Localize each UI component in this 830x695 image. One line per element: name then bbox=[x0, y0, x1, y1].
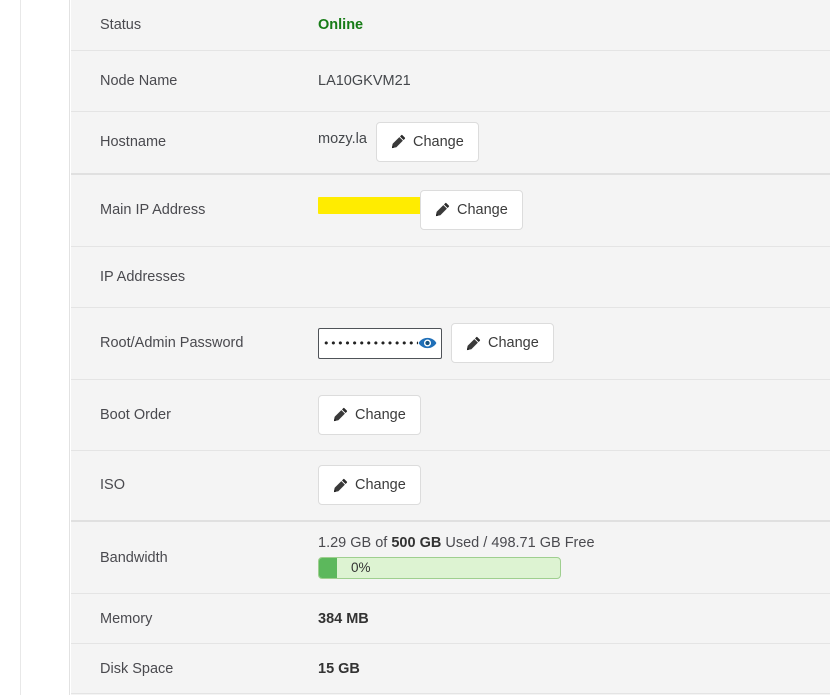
bandwidth-free: 498.71 GB bbox=[491, 535, 561, 551]
bandwidth-cell-wrap: 1.29 GB of 500 GB Used / 498.71 GB Free … bbox=[318, 522, 830, 593]
bandwidth-separator: / bbox=[483, 535, 488, 551]
pencil-icon bbox=[391, 134, 406, 149]
row-value-main-ip-address: Change bbox=[310, 173, 830, 246]
password-masked-value: ••••••••••••••• bbox=[323, 337, 418, 349]
row-label-status: Status bbox=[71, 0, 310, 50]
row-label-iso: ISO bbox=[71, 450, 310, 521]
table-row-hostname: Hostname mozy.la Change bbox=[71, 111, 830, 174]
row-label-bandwidth: Bandwidth bbox=[71, 521, 310, 594]
table-row-node-name: Node Name LA10GKVM21 bbox=[71, 50, 830, 111]
server-details-table: Status Online Node Name LA10GKVM21 Hostn… bbox=[71, 0, 830, 695]
row-value-node-name: LA10GKVM21 bbox=[310, 50, 830, 111]
row-value-boot-order: Change bbox=[310, 379, 830, 450]
row-value-disk-space: 15 GB bbox=[310, 643, 830, 694]
change-main-ip-label: Change bbox=[457, 201, 508, 218]
bandwidth-used-word: Used bbox=[445, 535, 480, 551]
table-row-memory: Memory 384 MB bbox=[71, 593, 830, 644]
row-label-disk-space: Disk Space bbox=[71, 643, 310, 694]
row-value-iso: Change bbox=[310, 450, 830, 521]
main-ip-cell-wrap: Change bbox=[318, 175, 830, 246]
page-left-gutter bbox=[0, 0, 70, 695]
bandwidth-used: 1.29 GB bbox=[318, 535, 372, 551]
pencil-icon bbox=[333, 407, 348, 422]
row-label-main-ip-address: Main IP Address bbox=[71, 173, 310, 246]
bandwidth-total: 500 GB bbox=[391, 535, 442, 551]
row-value-root-admin-password: ••••••••••••••• bbox=[310, 307, 830, 379]
status-badge: Online bbox=[318, 16, 364, 33]
change-password-button[interactable]: Change bbox=[451, 323, 554, 363]
row-value-ip-addresses bbox=[310, 246, 830, 307]
table-row-status: Status Online bbox=[71, 0, 830, 50]
pencil-icon bbox=[333, 478, 348, 492]
hostname-cell-wrap: mozy.la Change bbox=[318, 112, 830, 173]
bandwidth-free-word: Free bbox=[564, 535, 595, 551]
row-label-boot-order: Boot Order bbox=[71, 379, 310, 450]
change-iso-label: Change bbox=[355, 477, 406, 494]
change-main-ip-button[interactable]: Change bbox=[420, 189, 523, 230]
change-boot-order-label: Change bbox=[355, 406, 406, 423]
change-hostname-button[interactable]: Change bbox=[376, 121, 479, 162]
table-row-disk-space: Disk Space 15 GB bbox=[71, 643, 830, 694]
row-value-memory: 384 MB bbox=[310, 593, 830, 644]
server-details-panel: Status Online Node Name LA10GKVM21 Hostn… bbox=[71, 0, 830, 695]
redaction-highlight-main-ip bbox=[318, 196, 425, 214]
hostname-value-text: mozy.la bbox=[318, 130, 367, 147]
gutter-rule bbox=[20, 0, 21, 695]
row-value-hostname: mozy.la Change bbox=[310, 111, 830, 174]
row-label-hostname: Hostname bbox=[71, 111, 310, 174]
row-value-status: Online bbox=[310, 0, 830, 50]
table-row-main-ip-address: Main IP Address Change bbox=[71, 173, 830, 246]
bandwidth-progress-bar: 0% bbox=[318, 557, 561, 579]
row-label-memory: Memory bbox=[71, 593, 310, 644]
change-password-label: Change bbox=[488, 335, 539, 351]
table-row-boot-order: Boot Order Change bbox=[71, 379, 830, 450]
pencil-icon bbox=[435, 202, 450, 217]
bandwidth-summary-text: 1.29 GB of 500 GB Used / 498.71 GB Free bbox=[318, 535, 830, 551]
pencil-icon bbox=[466, 336, 481, 350]
table-row-iso: ISO Change bbox=[71, 450, 830, 521]
disk-space-value: 15 GB bbox=[318, 660, 360, 677]
change-hostname-label: Change bbox=[413, 133, 464, 150]
row-label-node-name: Node Name bbox=[71, 50, 310, 111]
memory-value: 384 MB bbox=[318, 610, 369, 627]
table-row-bandwidth: Bandwidth 1.29 GB of 500 GB Used / 498.7… bbox=[71, 521, 830, 594]
bandwidth-progress-label: 0% bbox=[351, 560, 371, 575]
row-label-root-admin-password: Root/Admin Password bbox=[71, 307, 310, 379]
change-boot-order-button[interactable]: Change bbox=[318, 394, 421, 435]
password-input[interactable]: ••••••••••••••• bbox=[318, 327, 442, 359]
password-cell-wrap: ••••••••••••••• bbox=[318, 308, 830, 379]
row-value-bandwidth: 1.29 GB of 500 GB Used / 498.71 GB Free … bbox=[310, 521, 830, 594]
eye-icon[interactable] bbox=[418, 336, 437, 350]
bandwidth-of-word: of bbox=[375, 535, 388, 551]
bandwidth-progress-fill bbox=[319, 558, 337, 578]
change-iso-button[interactable]: Change bbox=[318, 465, 421, 506]
row-label-ip-addresses: IP Addresses bbox=[71, 246, 310, 307]
table-row-ip-addresses: IP Addresses bbox=[71, 246, 830, 307]
table-row-root-admin-password: Root/Admin Password ••••••••••••••• bbox=[71, 307, 830, 379]
